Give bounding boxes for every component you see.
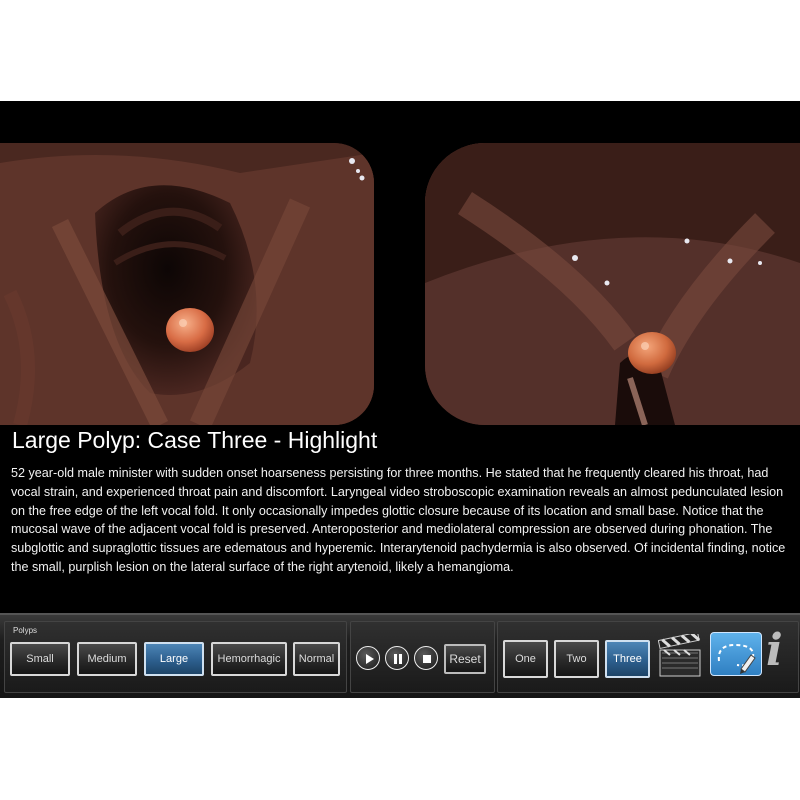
endoscopy-image-left [0,143,374,425]
polyp-small-button[interactable]: Small [10,642,70,676]
polyp-medium-button[interactable]: Medium [77,642,137,676]
case-title: Large Polyp: Case Three - Highlight [12,427,378,453]
case-two-button[interactable]: Two [554,640,599,678]
case-description: 52 year-old male minister with sudden on… [11,466,786,574]
endoscopy-image-right [425,143,800,425]
polyps-section-label: Polyps [13,626,38,635]
polyp-hemorrhagic-button[interactable]: Hemorrhagic [211,642,287,676]
draw-annotation-button[interactable] [710,632,762,676]
case-selection-panel: One Two Three i [497,621,799,693]
app-window: Large Polyp: Case Three - Highlight 52 y… [0,101,800,698]
stop-button[interactable] [414,646,438,670]
pause-button[interactable] [385,646,409,670]
pause-icon [394,654,402,664]
case-one-button[interactable]: One [503,640,548,678]
case-three-button[interactable]: Three [605,640,650,678]
polyp-normal-button[interactable]: Normal [293,642,340,676]
clapperboard-icon[interactable] [658,634,702,678]
polyp-type-panel: Polyps Small Medium Large Hemorrhagic No… [4,621,347,693]
playback-panel: Reset [350,621,495,693]
polyp-large-button[interactable]: Large [144,642,204,676]
play-icon [366,654,374,664]
stop-icon [423,655,431,663]
play-button[interactable] [356,646,380,670]
info-icon[interactable]: i [766,626,783,676]
bottom-toolbar: Polyps Small Medium Large Hemorrhagic No… [0,613,800,698]
draw-annotation-icon [717,643,756,674]
reset-button[interactable]: Reset [444,644,486,674]
